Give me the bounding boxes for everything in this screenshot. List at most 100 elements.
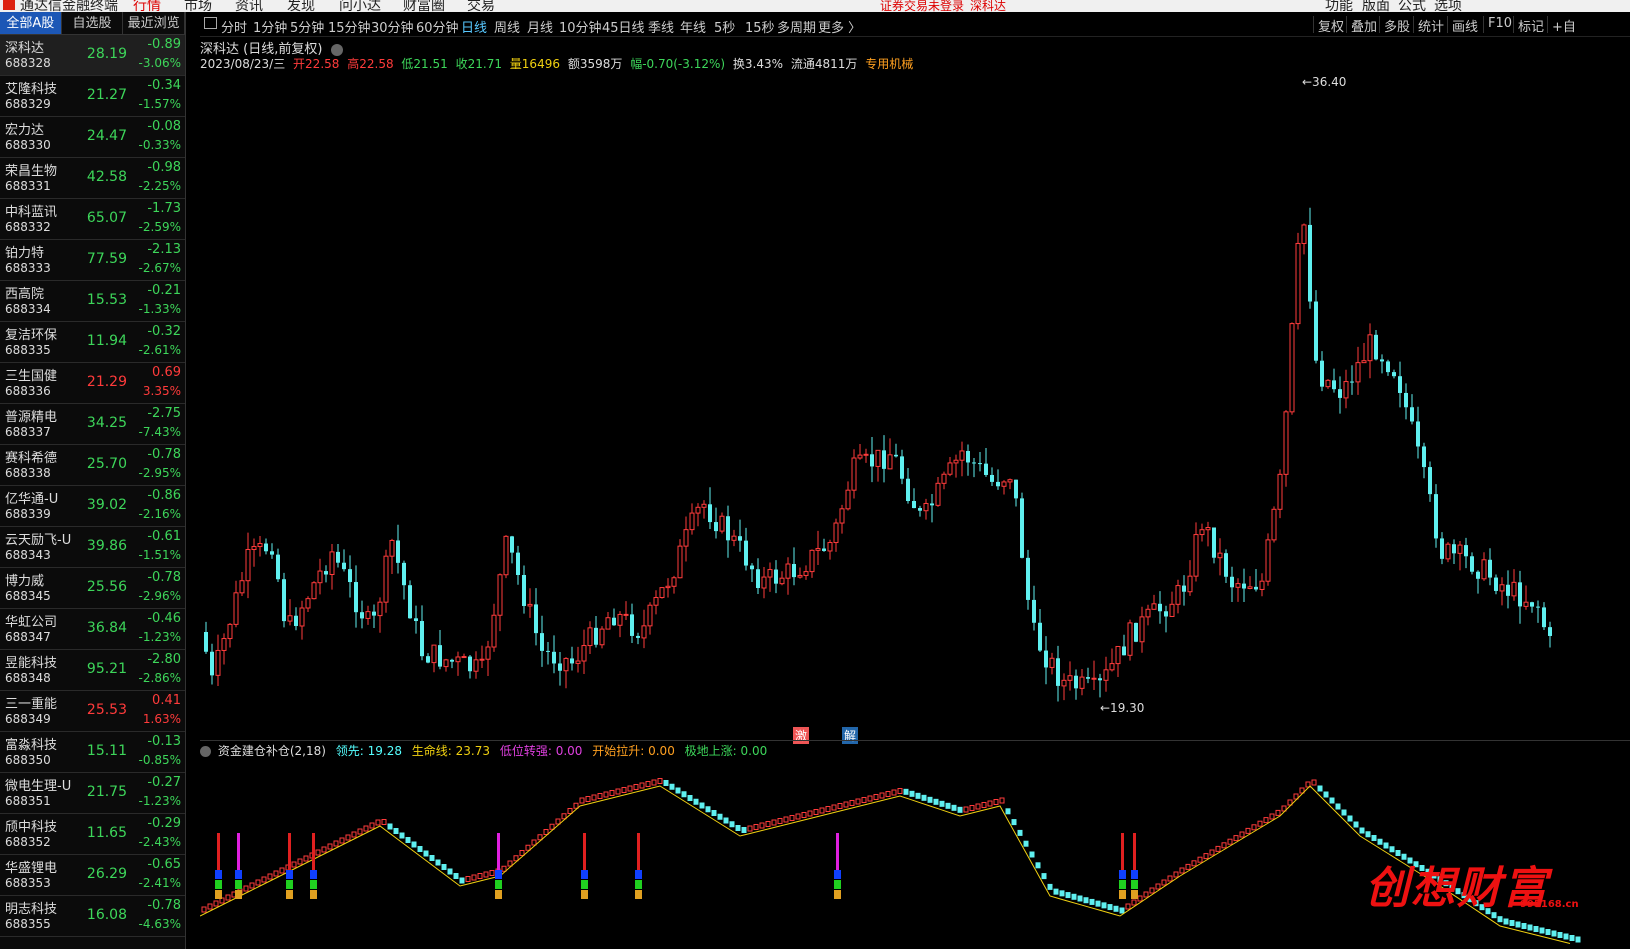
- period-13[interactable]: 5秒: [714, 17, 735, 36]
- period-12[interactable]: 年线: [680, 17, 706, 36]
- stock-row[interactable]: 三生国健 688336 21.29 0.69 3.35%: [0, 363, 185, 404]
- indicator-name[interactable]: 资金建仓补仓(2,18): [218, 744, 326, 758]
- stock-row[interactable]: 三一重能 688349 25.53 0.41 1.63%: [0, 691, 185, 732]
- candle: [1164, 605, 1168, 633]
- indicator-bar: [783, 816, 789, 823]
- login-notice[interactable]: 证券交易未登录: [880, 0, 964, 12]
- menu-options[interactable]: 选项: [1434, 0, 1462, 12]
- stock-row[interactable]: 西高院 688334 15.53 -0.21 -1.33%: [0, 281, 185, 322]
- tab-all-a-shares[interactable]: 全部A股: [0, 12, 62, 34]
- stock-row[interactable]: 昱能科技 688348 95.21 -2.80 -2.86%: [0, 650, 185, 691]
- tool-0[interactable]: 复权: [1318, 16, 1344, 35]
- candle: [1355, 346, 1361, 395]
- candle: [1230, 566, 1234, 602]
- menu-layout[interactable]: 版面: [1362, 0, 1390, 12]
- candle: [1145, 604, 1151, 626]
- indicator-bar: [1155, 883, 1161, 890]
- signal-marker: [310, 833, 317, 899]
- candlestick-chart[interactable]: ←36.40 ←19.30: [200, 72, 1630, 740]
- candle: [695, 503, 701, 527]
- period-5[interactable]: 60分钟: [416, 17, 459, 36]
- candle: [1428, 461, 1432, 502]
- period-1[interactable]: 1分钟: [253, 17, 287, 36]
- period-0[interactable]: 分时: [221, 17, 247, 36]
- stock-row[interactable]: 赛科希德 688338 25.70 -0.78 -2.95%: [0, 445, 185, 486]
- candle: [1470, 552, 1474, 575]
- stock-row[interactable]: 普源精电 688337 34.25 -2.75 -7.43%: [0, 404, 185, 445]
- tool-1[interactable]: 叠加: [1351, 16, 1377, 35]
- candle: [305, 596, 311, 613]
- menu-function[interactable]: 功能: [1325, 0, 1353, 12]
- candle: [984, 448, 988, 477]
- menu-formula[interactable]: 公式: [1398, 0, 1426, 12]
- stock-row[interactable]: 明志科技 688355 16.08 -0.78 -4.63%: [0, 896, 185, 937]
- period-3[interactable]: 15分钟: [328, 17, 371, 36]
- sidebar-toggle-icon[interactable]: [204, 17, 217, 29]
- menu-discover[interactable]: 发现: [287, 0, 315, 12]
- tab-recent[interactable]: 最近浏览: [123, 12, 185, 34]
- tool-7[interactable]: +自: [1552, 16, 1576, 35]
- stock-row[interactable]: 中科蓝讯 688332 65.07 -1.73 -2.59%: [0, 199, 185, 240]
- candle: [1289, 322, 1295, 415]
- chart-tag-a[interactable]: 激: [793, 727, 810, 744]
- indicator-bar: [363, 825, 369, 832]
- period-4[interactable]: 30分钟: [371, 17, 414, 36]
- period-2[interactable]: 5分钟: [290, 17, 324, 36]
- candle: [990, 467, 994, 486]
- indicator-collapse-icon[interactable]: [200, 746, 211, 757]
- tool-2[interactable]: 多股: [1384, 16, 1410, 35]
- candle: [1320, 351, 1324, 392]
- stock-row[interactable]: 微电生理-U 688351 21.75 -0.27 -1.23%: [0, 773, 185, 814]
- period-7[interactable]: 周线: [494, 17, 520, 36]
- indicator-bottom: 极地上涨: 0.00: [684, 744, 768, 758]
- stock-row[interactable]: 富淼科技 688350 15.11 -0.13 -0.85%: [0, 732, 185, 773]
- period-8[interactable]: 月线: [527, 17, 553, 36]
- period-15[interactable]: 多周期: [777, 17, 816, 36]
- menu-market-quotes[interactable]: 行情: [133, 0, 161, 12]
- stock-row[interactable]: 博力威 688345 25.56 -0.78 -2.96%: [0, 568, 185, 609]
- indicator-bar: [1023, 840, 1029, 847]
- stock-row[interactable]: 荣昌生物 688331 42.58 -0.98 -2.25%: [0, 158, 185, 199]
- tab-watchlist[interactable]: 自选股: [62, 12, 124, 34]
- candle: [845, 481, 851, 511]
- menu-ask[interactable]: 问小达: [339, 0, 381, 12]
- tool-4[interactable]: 画线: [1452, 16, 1478, 35]
- tool-6[interactable]: 标记: [1518, 16, 1544, 35]
- period-6[interactable]: 日线: [461, 17, 487, 36]
- stock-row[interactable]: 云天励飞-U 688343 39.86 -0.61 -1.51%: [0, 527, 185, 568]
- period-9[interactable]: 10分钟: [559, 17, 602, 36]
- stock-row[interactable]: 宏力达 688330 24.47 -0.08 -0.33%: [0, 117, 185, 158]
- period-14[interactable]: 15秒: [745, 17, 775, 36]
- panel-divider[interactable]: [200, 740, 1630, 741]
- stock-price: 77.59: [86, 251, 127, 267]
- stock-row[interactable]: 颀中科技 688352 11.65 -0.29 -2.43%: [0, 814, 185, 855]
- candle: [1151, 594, 1157, 610]
- chart-industry[interactable]: 专用机械: [865, 57, 913, 71]
- tool-3[interactable]: 统计: [1418, 16, 1444, 35]
- menu-news[interactable]: 资讯: [235, 0, 263, 12]
- indicator-bar: [1359, 827, 1365, 834]
- stock-name: 铂力特: [5, 246, 45, 261]
- chart-tag-b[interactable]: 解: [842, 727, 859, 744]
- menu-market[interactable]: 市场: [184, 0, 212, 12]
- stock-row[interactable]: 艾隆科技 688329 21.27 -0.34 -1.57%: [0, 76, 185, 117]
- stock-row[interactable]: 华盛锂电 688353 26.29 -0.65 -2.41%: [0, 855, 185, 896]
- period-11[interactable]: 季线: [648, 17, 674, 36]
- stock-row[interactable]: 深科达 688328 28.19 -0.89 -3.06%: [0, 35, 185, 76]
- stock-row[interactable]: 铂力特 688333 77.59 -2.13 -2.67%: [0, 240, 185, 281]
- stock-row[interactable]: 华虹公司 688347 36.84 -0.46 -1.23%: [0, 609, 185, 650]
- chart-title-dropdown-icon[interactable]: [330, 43, 343, 56]
- period-16[interactable]: 更多 〉: [818, 17, 861, 36]
- candle: [839, 504, 845, 534]
- period-10[interactable]: 45日线: [602, 17, 645, 36]
- tool-5[interactable]: F10: [1488, 16, 1512, 31]
- stock-row[interactable]: 复洁环保 688335 11.94 -0.32 -2.61%: [0, 322, 185, 363]
- menu-wealth[interactable]: 财富圈: [403, 0, 445, 12]
- indicator-bar: [639, 782, 645, 789]
- stock-row[interactable]: 亿华通-U 688339 39.02 -0.86 -2.16%: [0, 486, 185, 527]
- indicator-bar: [1071, 893, 1077, 900]
- menu-trade[interactable]: 交易: [467, 0, 495, 12]
- indicator-bar: [765, 821, 771, 827]
- indicator-bar: [1347, 815, 1353, 822]
- candle: [251, 538, 257, 567]
